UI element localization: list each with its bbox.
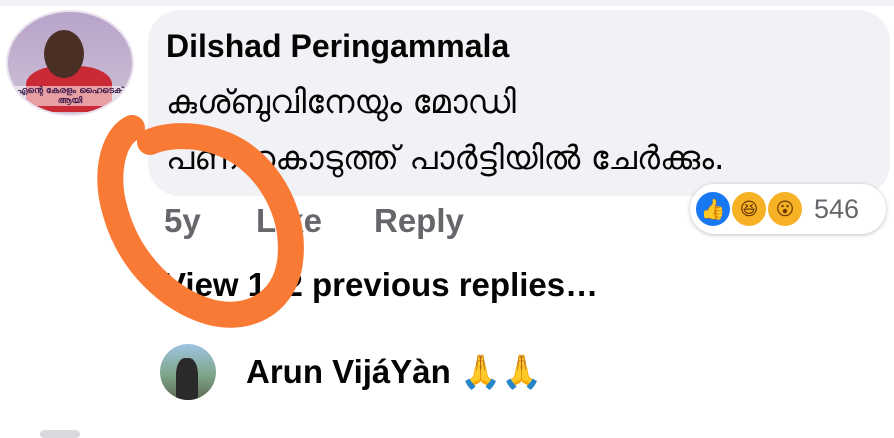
reply-avatar[interactable] [160,344,216,400]
comment-line-1: കുശ്ബുവിനേയും മോഡി [166,82,516,121]
comment-text: കുശ്ബുവിനേയും മോഡി പണംകൊടുത്ത് പാർട്ടിയി… [166,74,866,186]
reply-button[interactable]: Reply [374,202,464,240]
top-divider [0,0,894,6]
reply-author-line: Arun VijáYàn 🙏🙏 [246,352,542,392]
like-button[interactable]: Like [256,202,322,240]
comment-author[interactable]: Dilshad Peringammala [166,28,509,65]
comment-line-2: പണംകൊടുത്ത് പാർട്ടിയിൽ ചേർക്കും. [166,138,725,177]
wow-icon: 😮 [766,190,804,228]
praying-hands-icon: 🙏🙏 [459,352,543,391]
comment-timestamp[interactable]: 5y [164,202,201,240]
reactions-summary[interactable]: 👍 😆 😮 546 [690,184,886,234]
commenter-avatar[interactable]: എന്റെ കേരളം ഹൈടെക് ആയി [6,10,134,116]
avatar-caption: എന്റെ കേരളം ഹൈടെക് ആയി [8,86,132,106]
view-previous-replies-link[interactable]: View 142 previous replies… [164,266,598,304]
reply-avatar-figure [176,358,198,400]
like-icon: 👍 [694,190,732,228]
haha-icon: 😆 [730,190,768,228]
reply-author[interactable]: Arun VijáYàn [246,353,451,390]
reaction-count: 546 [814,194,860,224]
comment-bubble: Dilshad Peringammala കുശ്ബുവിനേയും മോഡി … [148,10,890,196]
avatar-head [44,30,84,78]
